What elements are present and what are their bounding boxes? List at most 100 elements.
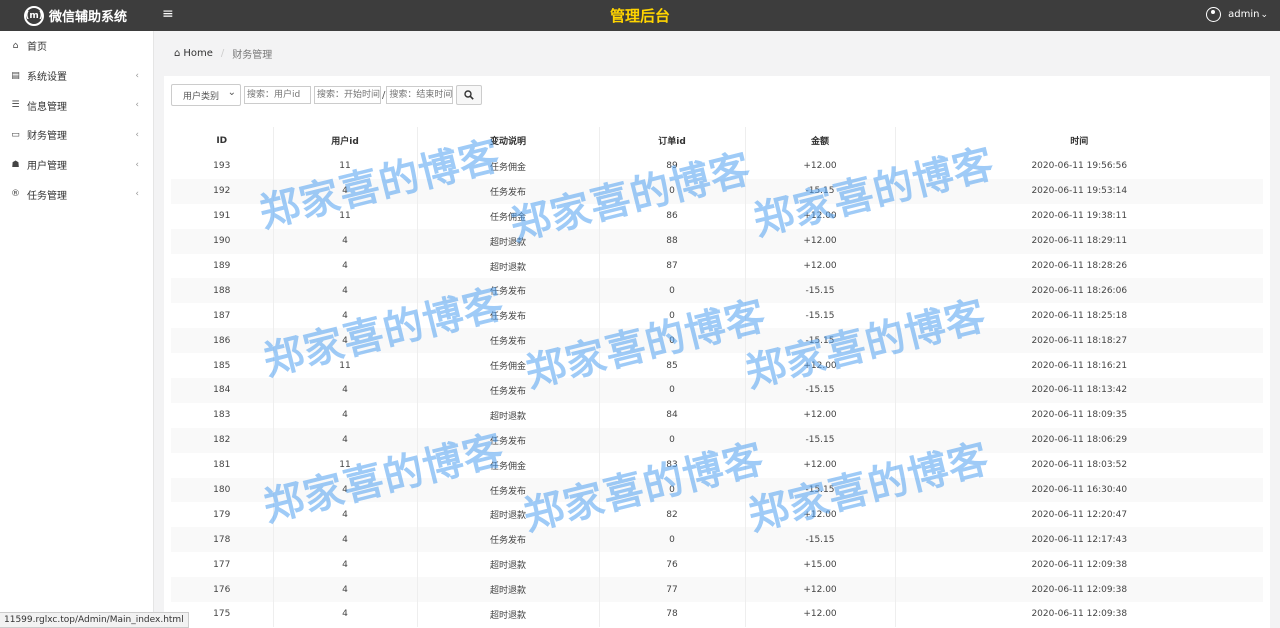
sidebar-item-5[interactable]: ® 任务管理 ‹ xyxy=(0,179,153,209)
table-row[interactable]: 186 4 任务发布 0 -15.15 2020-06-11 18:18:27 xyxy=(171,328,1263,354)
table-cell: 182 xyxy=(171,427,274,453)
table-cell: 0 xyxy=(599,477,746,503)
breadcrumb-home-link[interactable]: Home xyxy=(183,48,213,59)
users-icon: ☗ xyxy=(11,159,20,170)
table-cell: 4 xyxy=(273,278,418,304)
column-header[interactable]: 时间 xyxy=(895,127,1263,154)
table-row[interactable]: 188 4 任务发布 0 -15.15 2020-06-11 18:26:06 xyxy=(171,278,1263,304)
column-header[interactable]: 变动说明 xyxy=(417,127,600,154)
sidebar-item-label: 信息管理 xyxy=(27,101,67,113)
table-cell: 187 xyxy=(171,303,274,329)
table-row[interactable]: 189 4 超时退款 87 +12.00 2020-06-11 18:28:26 xyxy=(171,253,1263,279)
filter-bar: 用户类别 / xyxy=(171,84,483,106)
table-cell: 177 xyxy=(171,552,274,578)
table-row[interactable]: 178 4 任务发布 0 -15.15 2020-06-11 12:17:43 xyxy=(171,527,1263,553)
sidebar-item-3[interactable]: ▭ 财务管理 ‹ xyxy=(0,120,153,150)
range-separator: / xyxy=(382,89,386,101)
table-cell: 179 xyxy=(171,502,274,528)
table-cell: -15.15 xyxy=(745,378,896,403)
home-icon: ⌂ xyxy=(174,47,181,59)
table-cell: -15.15 xyxy=(745,477,896,503)
column-header[interactable]: 订单id xyxy=(599,127,746,154)
table-cell: 86 xyxy=(599,203,746,229)
table-row[interactable]: 180 4 任务发布 0 -15.15 2020-06-11 16:30:40 xyxy=(171,477,1263,503)
table-row[interactable]: 177 4 超时退款 76 +15.00 2020-06-11 12:09:38 xyxy=(171,552,1263,578)
table-cell: 0 xyxy=(599,278,746,304)
money-icon: ▭ xyxy=(11,129,20,140)
table-cell: 2020-06-11 12:09:38 xyxy=(895,577,1263,603)
sidebar-item-1[interactable]: ▤ 系统设置 ‹ xyxy=(0,61,153,91)
table-cell: 87 xyxy=(599,253,746,279)
sidebar-item-2[interactable]: ☰ 信息管理 ‹ xyxy=(0,90,153,120)
sidebar: ⌂ 首页 ▤ 系统设置 ‹ ☰ 信息管理 ‹ ▭ 财务管理 ‹ ☗ 用户管理 ‹ ® 任务管理 ‹ xyxy=(0,31,154,628)
chevron-left-icon: ‹ xyxy=(135,129,139,140)
table-cell: 任务发布 xyxy=(417,427,600,453)
finance-table: ID 用户id 变动说明 订单id 金额 时间 193 11 任务佣金 89 +12.00 2020… xyxy=(171,127,1263,627)
home-icon: ⌂ xyxy=(12,40,19,51)
table-cell: 2020-06-11 18:25:18 xyxy=(1031,310,1128,321)
table-row[interactable]: 191 11 任务佣金 86 +12.00 2020-06-11 19:38:11 xyxy=(171,203,1263,229)
table-cell: 0 xyxy=(599,328,746,354)
table-cell: 76 xyxy=(599,552,746,578)
table-cell: 77 xyxy=(599,577,746,603)
end-time-input[interactable] xyxy=(386,86,454,104)
sidebar-item-label: 系统设置 xyxy=(27,72,67,84)
table-cell: +12.00 xyxy=(745,253,896,279)
user-id-input[interactable] xyxy=(244,86,311,104)
table-row[interactable]: 190 4 超时退款 88 +12.00 2020-06-11 18:29:11 xyxy=(171,228,1263,254)
table-cell: -15.15 xyxy=(745,303,896,329)
column-header[interactable]: 金额 xyxy=(745,127,896,154)
table-cell: -15.15 xyxy=(745,427,896,453)
table-row[interactable]: 176 4 超时退款 77 +12.00 2020-06-11 12:09:38 xyxy=(171,577,1263,603)
sidebar-item-label: 用户管理 xyxy=(27,161,67,173)
table-cell: 2020-06-11 12:09:38 xyxy=(1031,559,1128,570)
table-cell: +15.00 xyxy=(745,552,896,578)
table-cell: -15.15 xyxy=(745,527,896,553)
table-cell: 176 xyxy=(171,577,274,603)
settings-icon: ▤ xyxy=(11,70,20,81)
table-cell: 2020-06-11 18:26:06 xyxy=(895,278,1263,304)
column-header[interactable]: 用户id xyxy=(273,127,418,154)
user-name: admin xyxy=(1228,9,1260,20)
table-cell: 11 xyxy=(273,452,418,478)
table-cell: 180 xyxy=(171,477,274,503)
table-cell: 2020-06-11 16:30:40 xyxy=(895,477,1263,503)
table-row[interactable]: 192 4 任务发布 0 -15.15 2020-06-11 19:53:14 xyxy=(171,178,1263,204)
table-row[interactable]: 184 4 任务发布 0 -15.15 2020-06-11 18:13:42 xyxy=(171,378,1263,403)
search-button[interactable] xyxy=(456,85,483,105)
table-row[interactable]: 181 11 任务佣金 83 +12.00 2020-06-11 18:03:52 xyxy=(171,452,1263,478)
table-row[interactable]: 182 4 任务发布 0 -15.15 2020-06-11 18:06:29 xyxy=(171,427,1263,453)
table-cell: +12.00 xyxy=(745,203,896,229)
table-cell: 2020-06-11 12:20:47 xyxy=(1031,509,1128,520)
table-cell: 任务发布 xyxy=(417,328,600,354)
sidebar-item-0[interactable]: ⌂ 首页 xyxy=(0,31,153,61)
table-cell: 0 xyxy=(599,378,746,403)
table-row[interactable]: 179 4 超时退款 82 +12.00 2020-06-11 12:20:47 xyxy=(171,502,1263,528)
user-type-select[interactable]: 用户类别 xyxy=(171,84,241,106)
user-menu[interactable]: admin ⌄ xyxy=(1206,7,1268,22)
table-cell: 85 xyxy=(599,353,746,379)
table-row[interactable]: 183 4 超时退款 84 +12.00 2020-06-11 18:09:35 xyxy=(171,402,1263,428)
table-row[interactable]: 193 11 任务佣金 89 +12.00 2020-06-11 19:56:56 xyxy=(171,154,1263,179)
table-cell: 4 xyxy=(273,427,418,453)
search-icon xyxy=(464,90,475,100)
table-cell: 任务发布 xyxy=(417,278,600,304)
top-bar: (m) 微信辅助系统 ≡ 管理后台 admin ⌄ xyxy=(0,0,1280,31)
sidebar-item-label: 财务管理 xyxy=(27,131,67,143)
table-cell: 4 xyxy=(273,602,418,627)
table-cell: 2020-06-11 18:28:26 xyxy=(1031,261,1128,271)
table-cell: 超时退款 xyxy=(417,602,600,627)
column-header[interactable]: ID xyxy=(171,127,274,154)
table-cell: 超时退款 xyxy=(417,228,600,254)
table-cell: 2020-06-11 19:38:11 xyxy=(1031,211,1128,222)
sidebar-item-4[interactable]: ☗ 用户管理 ‹ xyxy=(0,150,153,180)
table-cell: 0 xyxy=(599,427,746,453)
table-cell: 任务佣金 xyxy=(417,353,600,379)
page-title: 管理后台 xyxy=(609,7,670,25)
breadcrumb-separator: / xyxy=(220,47,225,59)
table-row[interactable]: 175 4 超时退款 78 +12.00 2020-06-11 12:09:38 xyxy=(171,602,1263,627)
table-cell: 189 xyxy=(171,253,274,279)
table-row[interactable]: 185 11 任务佣金 85 +12.00 2020-06-11 18:16:21 xyxy=(171,353,1263,379)
start-time-input[interactable] xyxy=(314,86,381,104)
table-row[interactable]: 187 4 任务发布 0 -15.15 2020-06-11 18:25:18 xyxy=(171,303,1263,329)
